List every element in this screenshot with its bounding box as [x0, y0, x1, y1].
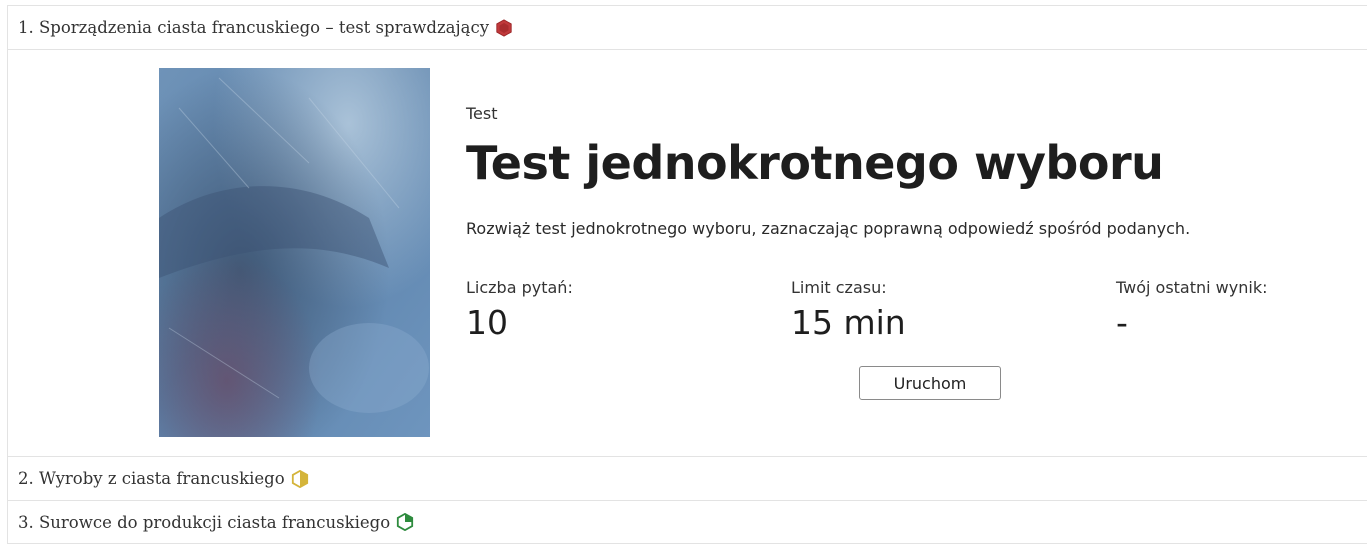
last-score-stat: Twój ostatni wynik: -: [1116, 278, 1267, 342]
section-content-1: Test Test jednokrotnego wyboru Rozwiąż t…: [8, 49, 1367, 456]
test-title: Test jednokrotnego wyboru: [466, 136, 1164, 190]
time-limit-label: Limit czasu:: [791, 278, 887, 297]
section-title-1: 1. Sporządzenia ciasta francuskiego – te…: [18, 18, 490, 37]
last-score-value: -: [1116, 303, 1128, 342]
last-score-label: Twój ostatni wynik:: [1116, 278, 1268, 297]
questions-label: Liczba pytań:: [466, 278, 573, 297]
cover-image: [159, 68, 430, 437]
hexagon-filled-icon: [496, 18, 512, 37]
hexagon-half-icon: [291, 469, 308, 488]
questions-stat: Liczba pytań: 10: [466, 278, 573, 342]
test-description: Rozwiąż test jednokrotnego wyboru, zazna…: [466, 219, 1191, 238]
start-test-button[interactable]: Uruchom: [859, 366, 1001, 400]
hexagon-quarter-icon: [397, 513, 414, 531]
time-limit-value: 15 min: [791, 303, 906, 342]
section-header-2[interactable]: 2. Wyroby z ciasta francuskiego: [8, 456, 1367, 500]
section-header-3[interactable]: 3. Surowce do produkcji ciasta francuski…: [8, 500, 1367, 544]
section-title-2: 2. Wyroby z ciasta francuskiego: [18, 469, 285, 488]
section-header-1[interactable]: 1. Sporządzenia ciasta francuskiego – te…: [8, 5, 1367, 49]
section-title-3: 3. Surowce do produkcji ciasta francuski…: [18, 512, 391, 532]
section-accordion: 1. Sporządzenia ciasta francuskiego – te…: [7, 5, 1367, 544]
questions-value: 10: [466, 303, 508, 342]
test-kind: Test: [466, 104, 498, 123]
time-limit-stat: Limit czasu: 15 min: [791, 278, 906, 342]
